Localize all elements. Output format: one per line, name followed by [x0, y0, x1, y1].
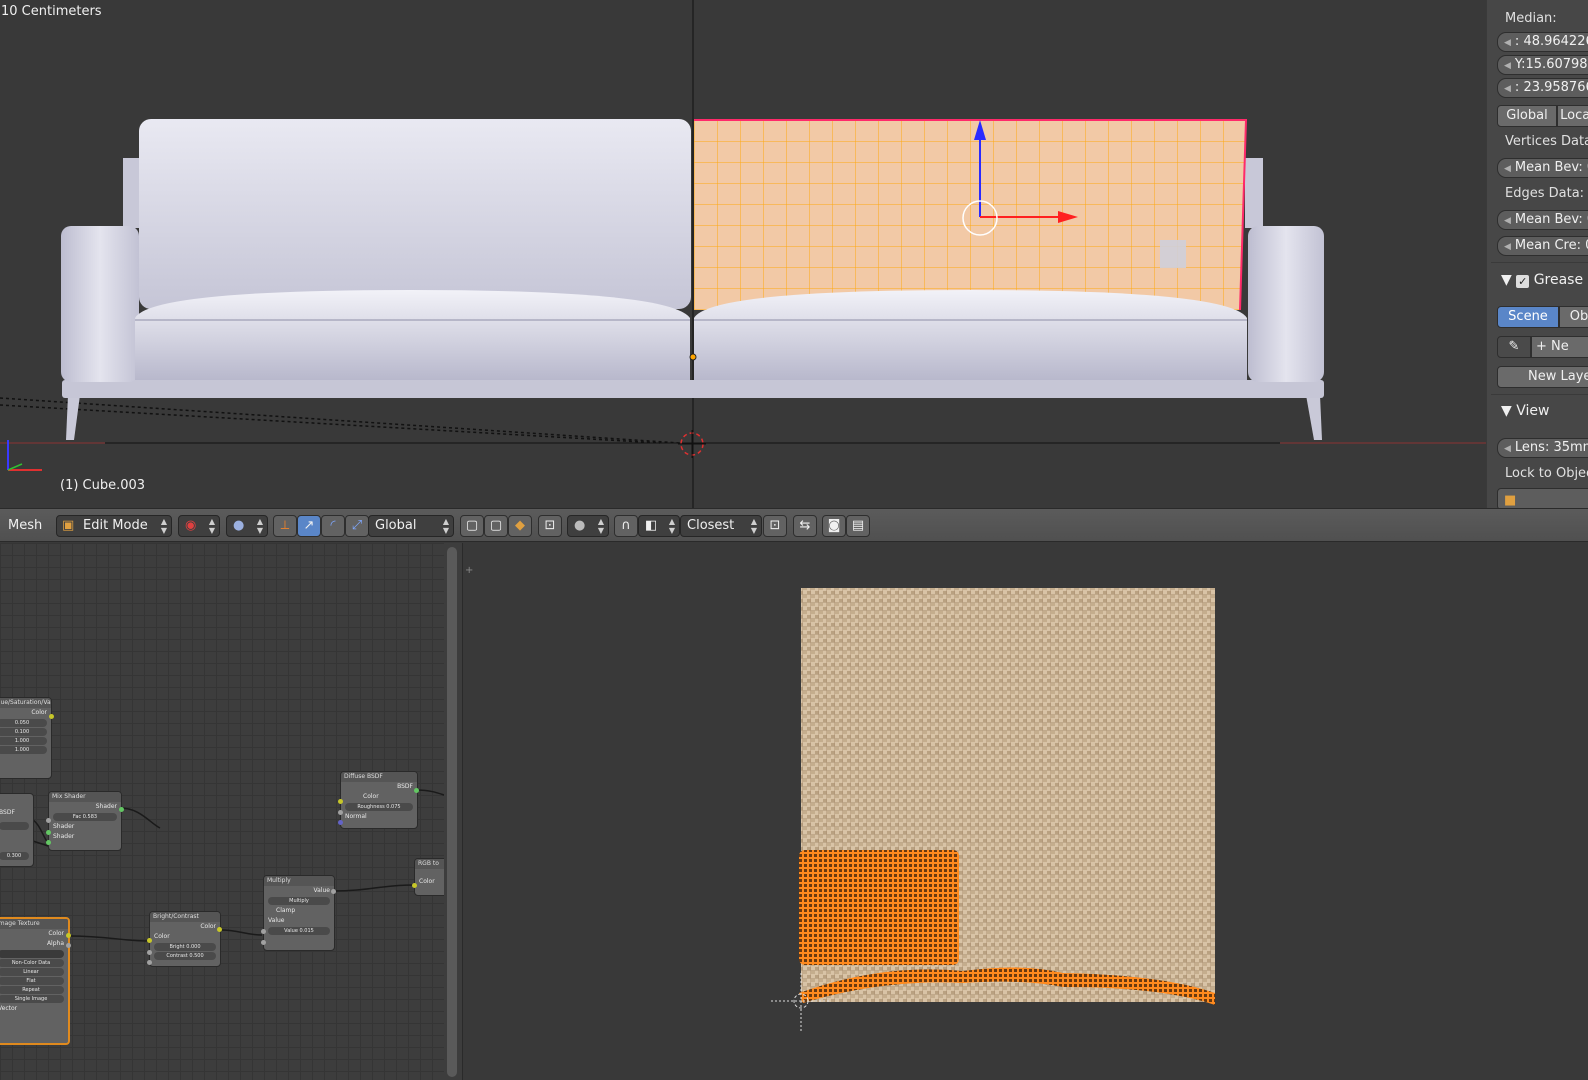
new-grease-button[interactable]: + Ne — [1531, 336, 1588, 358]
lock-object-field[interactable]: ■ — [1497, 488, 1588, 508]
proportional-edit-select[interactable]: ● ▲ ▼ — [567, 515, 609, 537]
image-texture-node[interactable]: Image Texture Color Alpha Non-Color Data… — [0, 917, 70, 1045]
scene-button[interactable]: Scene — [1497, 306, 1559, 328]
3d-view-header: Mesh ▣ Edit Mode ▲ ▼ ◉ ▲ ▼ ● ▲ ▼ ⟂ ↗ ◜ ⤢ Glob… — [0, 508, 1588, 542]
face-select-icon[interactable]: ◆ — [508, 515, 532, 537]
median-z-field[interactable]: ◀: 23.958766 — [1497, 78, 1588, 98]
proportional-icon: ● — [574, 518, 586, 533]
left-armrest — [61, 226, 139, 382]
uv-canvas[interactable] — [463, 543, 1588, 1080]
mode-select[interactable]: ▣ Edit Mode ▲ ▼ — [56, 515, 172, 537]
uv-image-editor[interactable]: ◸ + + — [462, 543, 1588, 1080]
view-header[interactable]: ▼ View — [1501, 403, 1549, 419]
3d-cursor — [678, 430, 706, 458]
collapse-triangle-icon: ▼ — [1501, 403, 1512, 419]
bright-contrast-node[interactable]: Bright/Contrast Color Color Bright 0.000… — [149, 911, 221, 967]
new-layer-button[interactable]: New Layer — [1497, 366, 1588, 388]
manipulator-toggle-icon[interactable]: ⟂ — [273, 515, 297, 537]
pivot-icon: ◉ — [185, 518, 197, 533]
layers-icon[interactable]: ⇆ — [793, 515, 817, 537]
edge-mean-bevel-field[interactable]: ◀ Mean Bev: 0 — [1497, 210, 1588, 230]
lock-to-object-label: Lock to Object: — [1505, 466, 1588, 481]
render-animation-icon[interactable]: ▤ — [846, 515, 870, 537]
median-x-field[interactable]: ◀: 48.964226 — [1497, 32, 1588, 52]
vertices-data-label: Vertices Data: — [1505, 134, 1588, 149]
snap-options-icon[interactable]: ⊡ — [763, 515, 787, 537]
plus-icon: + — [1536, 339, 1547, 354]
properties-panel: Median: ◀: 48.964226 ◀ Y:15.607986 ◀: 23.… — [1486, 0, 1588, 508]
scale-manipulator-icon[interactable]: ⤢ — [345, 515, 369, 537]
3d-viewport[interactable]: 10 Centimeters (1) Cube.003 — [0, 0, 1486, 508]
multiply-math-node[interactable]: Multiply Value Multiply Clamp Value Valu… — [263, 875, 335, 951]
local-button[interactable]: Local — [1557, 105, 1588, 127]
grid-units-label: 10 Centimeters — [1, 4, 102, 19]
vertex-select-icon[interactable]: ▢ — [460, 515, 484, 537]
shading-icon: ● — [233, 518, 245, 533]
snap-toggle-icon[interactable]: ∩ — [614, 515, 638, 537]
vertex-mean-bevel-field[interactable]: ◀ Mean Bev: 0 — [1497, 158, 1588, 178]
checkbox-icon[interactable]: ✓ — [1516, 275, 1530, 288]
viewport-shading-select[interactable]: ● ▲ ▼ — [226, 515, 268, 537]
snap-target-select[interactable]: Closest ▲ ▼ — [680, 515, 762, 537]
hue-saturation-node[interactable]: Hue/Saturation/Value Color 0.050 0.100 1… — [0, 697, 52, 779]
grease-pencil-header[interactable]: ▼ ✓ Grease — [1501, 272, 1583, 288]
limit-selection-icon[interactable]: ⊡ — [538, 515, 562, 537]
edges-data-label: Edges Data: — [1505, 186, 1585, 201]
transform-orientation-select[interactable]: Global ▲ ▼ — [368, 515, 454, 537]
mix-shader-node[interactable]: Mix Shader Shader Fac 0.583 Shader Shade… — [48, 791, 122, 851]
cube-icon: ■ — [1504, 493, 1517, 508]
pencil-icon[interactable]: ✎ — [1497, 336, 1531, 358]
median-y-field[interactable]: ◀ Y:15.607986 — [1497, 55, 1588, 75]
global-button[interactable]: Global — [1497, 105, 1557, 127]
right-armrest — [1248, 226, 1324, 382]
seat-cushion-right — [694, 290, 1247, 380]
node-editor[interactable]: Hue/Saturation/Value Color 0.050 0.100 1… — [0, 543, 462, 1080]
edit-mode-icon: ▣ — [62, 518, 75, 533]
active-object-label: (1) Cube.003 — [60, 478, 146, 493]
bsdf-node-left[interactable]: BSDF 0.300 — [0, 793, 34, 867]
edge-mean-crease-field[interactable]: ◀ Mean Cre: 0 — [1497, 236, 1588, 256]
object-button[interactable]: Ob — [1559, 306, 1588, 328]
collapse-triangle-icon: ▼ — [1501, 272, 1512, 288]
lens-field[interactable]: ◀ Lens: 35mm — [1497, 438, 1588, 458]
node-editor-scrollbar[interactable] — [444, 543, 462, 1080]
axis-gizmo — [7, 440, 42, 471]
snap-element-select[interactable]: ◧ ▲ ▼ — [638, 515, 680, 537]
3d-scene[interactable] — [0, 0, 1486, 508]
snap-element-icon: ◧ — [645, 518, 658, 533]
translate-manipulator-icon[interactable]: ↗ — [297, 515, 321, 537]
median-label: Median: — [1505, 11, 1557, 26]
edge-select-icon[interactable]: ▢ — [484, 515, 508, 537]
rotate-manipulator-icon[interactable]: ◜ — [321, 515, 345, 537]
pivot-select[interactable]: ◉ ▲ ▼ — [178, 515, 220, 537]
diffuse-bsdf-node[interactable]: Diffuse BSDF BSDF Color Roughness 0.075 … — [340, 771, 418, 829]
render-camera-icon[interactable]: ◙ — [822, 515, 846, 537]
mesh-menu[interactable]: Mesh — [8, 515, 42, 537]
uv-island-cushion[interactable] — [799, 850, 959, 965]
seat-cushion-left — [135, 290, 690, 380]
back-cushion-left — [139, 119, 691, 309]
